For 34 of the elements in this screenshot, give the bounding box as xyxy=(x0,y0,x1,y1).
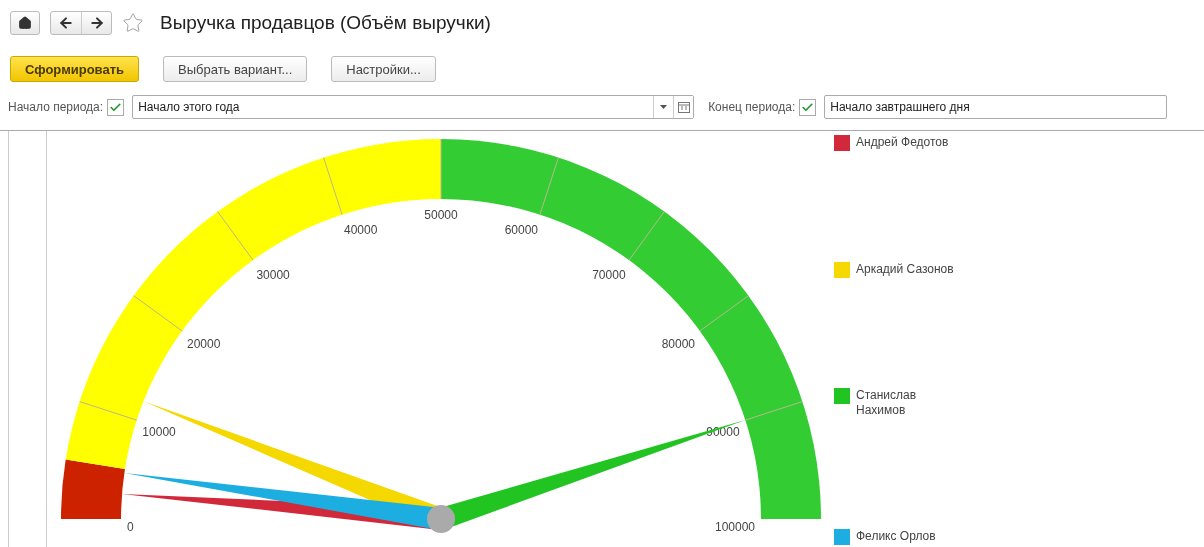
calendar-icon xyxy=(677,101,690,113)
legend-label: Станислав Нахимов xyxy=(856,388,918,419)
tick-label: 70000 xyxy=(592,267,626,282)
tick-label: 30000 xyxy=(256,267,290,282)
tick-label: 40000 xyxy=(343,223,378,238)
toolbar-button[interactable]: Выбрать вариант... xyxy=(163,56,308,82)
tick-label: 10000 xyxy=(142,424,176,439)
home-button[interactable] xyxy=(10,11,40,35)
legend-label: Андрей Федотов xyxy=(856,135,950,150)
tick-label: 80000 xyxy=(661,337,696,352)
calendar-button[interactable] xyxy=(673,96,694,118)
tick-label: 50000 xyxy=(424,208,458,222)
generate-button[interactable]: Сформировать xyxy=(10,56,140,82)
arrow-right-icon xyxy=(88,15,105,31)
tick-label: 20000 xyxy=(186,337,221,352)
legend-label: Феликс Орлов xyxy=(856,528,937,544)
tick-label: 0 xyxy=(127,520,134,534)
needle-hub xyxy=(427,505,455,533)
check-icon xyxy=(109,100,123,114)
check-icon xyxy=(801,100,815,114)
home-icon xyxy=(18,16,32,30)
favorite-star-icon[interactable] xyxy=(122,12,144,34)
toolbar-button[interactable]: Настройки... xyxy=(331,56,436,82)
tick-label: 100000 xyxy=(714,520,755,534)
legend-label: Аркадий Сазонов xyxy=(856,261,955,277)
field-label: Начало периода: xyxy=(8,100,104,114)
checkbox[interactable] xyxy=(799,98,817,116)
window-title: Выручка продавцов (Объём выручки) xyxy=(160,12,491,34)
tick-label: 60000 xyxy=(504,223,539,238)
checkbox[interactable] xyxy=(107,98,125,116)
caret-icon xyxy=(660,105,668,109)
field-label: Конец периода: xyxy=(708,100,796,114)
date-field[interactable]: Начало этого года xyxy=(132,95,695,119)
date-field[interactable]: Начало завтрашнего дня xyxy=(824,95,1168,119)
